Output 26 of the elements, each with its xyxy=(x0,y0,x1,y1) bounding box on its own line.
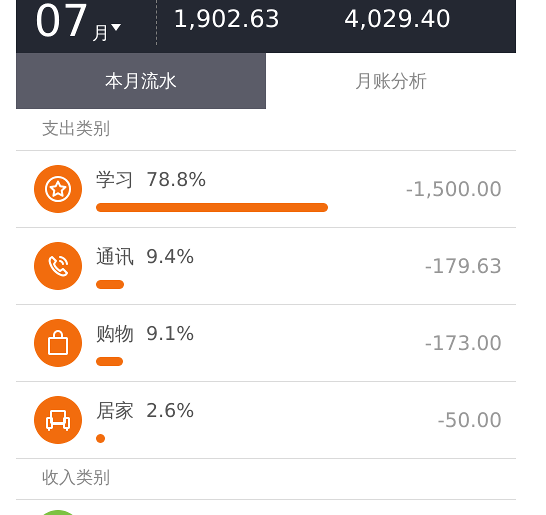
amount-value: 4,029.40 xyxy=(344,6,451,30)
section-title: 收入类别 xyxy=(42,467,110,490)
category-percent: 78.8% xyxy=(146,168,206,194)
month-selector[interactable]: 07 月 xyxy=(16,0,156,44)
share-bar xyxy=(96,280,124,289)
category-amount: -1,500.00 xyxy=(406,176,502,203)
category-percent: 2.6% xyxy=(146,399,194,424)
category-name: 居家 xyxy=(96,399,134,424)
category-amount: -179.63 xyxy=(424,253,502,280)
expense-row[interactable]: 通讯 9.4% -179.63 xyxy=(16,228,516,305)
category-percent: 9.4% xyxy=(146,245,194,270)
share-bar xyxy=(96,434,105,443)
category-percent: 9.1% xyxy=(146,322,194,348)
share-bar xyxy=(96,356,123,366)
category-name: 学习 xyxy=(96,168,134,194)
category-amount: -50.00 xyxy=(438,407,502,434)
expense-row[interactable]: 居家 2.6% -50.00 xyxy=(16,382,516,459)
category-name: 通讯 xyxy=(96,245,134,270)
tab[interactable]: 本月流水 xyxy=(16,53,266,109)
section-title: 支出类别 xyxy=(42,118,110,141)
category-amount: -173.00 xyxy=(424,330,502,357)
expense-row[interactable]: 学习 78.8% -1,500.00 xyxy=(16,151,516,228)
expense-row[interactable]: 购物 9.1% -173.00 xyxy=(16,305,516,382)
amount-value: 1,902.63 xyxy=(173,6,281,30)
dropdown-caret-icon xyxy=(111,24,121,32)
category-name: 购物 xyxy=(96,322,134,348)
